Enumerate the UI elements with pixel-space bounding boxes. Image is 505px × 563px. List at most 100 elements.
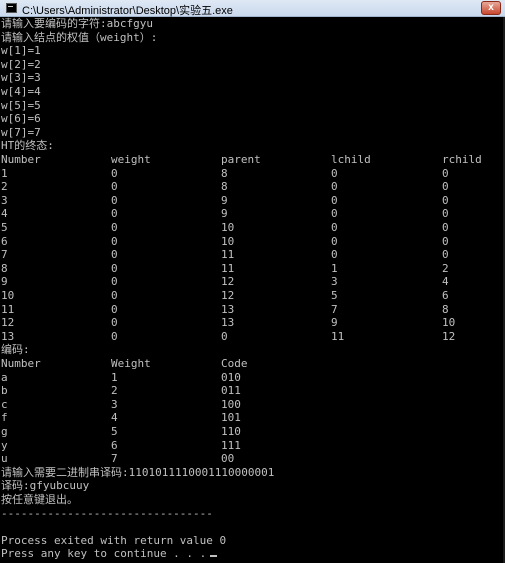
ht-table-row-cell: 0 [111,207,118,221]
code-table-row-cell: 5 [111,425,118,438]
code-table-row: c 3 100 [1,398,501,412]
ht-table-row-cell: 10 [221,234,235,248]
console-window: C:\Users\Administrator\Desktop\实验五.exe x… [0,0,505,563]
ht-table-row-cell: 0 [111,275,118,289]
code-header-row-cell: Code [221,357,248,370]
code-table-row-cell: 100 [221,397,241,411]
ht-table-row-cell: 0 [111,316,118,330]
ht-table-row-cell: 0 [111,261,118,275]
ht-table-row-cell: 0 [111,180,118,194]
ht-table-row-cell: 0 [331,248,338,262]
ht-table-row: 4 0 9 0 0 [1,207,501,221]
ht-table-row-cell: 0 [442,166,449,180]
ht-table-row: 7 0 11 0 0 [1,248,501,262]
separator-line: -------------------------------- [1,506,213,520]
code-table-row: a 1 010 [1,371,501,385]
ht-table-row-cell: 0 [111,302,118,316]
ht-table-row-cell: 2 [1,180,8,194]
ht-table-row-cell: 8 [221,166,228,180]
ht-table-row: 13 0 0 11 12 [1,330,501,344]
ht-table-row: 2 0 8 0 0 [1,180,501,194]
weight-line: w[2]=2 [1,57,41,71]
ht-table-row-cell: 0 [111,248,118,262]
code-table-row: u 7 00 [1,452,501,466]
ht-table-row-cell: 10 [442,316,456,330]
ht-table-row-cell: 0 [111,221,118,234]
ht-table-row-cell: 11 [331,329,345,343]
ht-table-row-cell: 0 [442,193,449,207]
console-output[interactable]: 请输入要编码的字符:abcfgyu 请输入结点的权值（weight）: w[1]=1… [0,17,505,563]
code-table-row-cell: b [1,384,8,398]
ht-table-row-cell: 0 [331,193,338,207]
code-table-row-cell: 2 [111,384,118,398]
ht-table-row-cell: 4 [442,275,449,289]
code-table-row: f 4 101 [1,411,501,425]
ht-table-row-cell: 1 [1,166,8,180]
close-button[interactable]: x [481,1,501,15]
ht-table-row-cell: 3 [331,275,338,289]
weight-line: w[7]=7 [1,125,41,139]
ht-table-row-cell: 5 [331,289,338,302]
code-table-row-cell: 111 [221,438,241,452]
ht-table-row: 1 0 8 0 0 [1,167,501,181]
code-table-row: b 2 011 [1,384,501,398]
code-table-row-cell: 110 [221,425,241,438]
ht-header-row-cell: parent [221,153,261,166]
ht-table-row-cell: 8 [221,180,228,194]
code-table-row-cell: 00 [221,452,235,466]
weight-line: w[4]=4 [1,85,41,98]
ht-table-row-cell: 0 [442,221,449,234]
weight-line: w[3]=3 [1,71,41,85]
console-app-icon [6,3,17,13]
ht-table-row-cell: 6 [442,289,449,302]
ht-table-row-cell: 0 [442,207,449,221]
ht-table-row-cell: 12 [221,275,235,289]
ht-table-row: 6 0 10 0 0 [1,235,501,249]
press-key-line: Press any key to continue . . . [1,547,218,561]
ht-table-row-cell: 2 [442,261,449,275]
ht-table-row-cell: 0 [331,166,338,180]
ht-table-row-cell: 8 [1,261,8,275]
code-header-row-cell: Weight [111,357,151,370]
ht-table-row-cell: 10 [1,289,15,302]
ht-table-row-cell: 0 [111,234,118,248]
text-cursor [210,555,218,558]
ht-title: HT的终态: [1,139,54,153]
code-table-row-cell: f [1,411,8,425]
ht-table-row-cell: 9 [1,275,8,289]
ht-table-row-cell: 6 [1,234,8,248]
ht-table-row-cell: 0 [331,180,338,194]
ht-table-row-cell: 0 [111,329,118,343]
code-table-row-cell: 1 [111,370,118,384]
ht-table-row-cell: 11 [1,302,15,316]
ht-table-row-cell: 11 [221,248,235,262]
prompt-weights-line: 请输入结点的权值（weight）: [1,30,158,44]
ht-table-row-cell: 9 [331,316,338,330]
process-exit-line: Process exited with return value 0 [1,533,227,547]
decode-result-line: 译码:gfyubcuuy [1,479,90,493]
ht-table-row-cell: 0 [331,221,338,234]
code-table-row: g 5 110 [1,425,501,439]
ht-table-row-cell: 11 [221,261,235,275]
ht-table-row-cell: 8 [442,302,449,316]
title-bar[interactable]: C:\Users\Administrator\Desktop\实验五.exe x [0,0,505,17]
ht-table-row-cell: 4 [1,207,8,221]
code-table-row-cell: c [1,397,8,411]
ht-table-row-cell: 9 [221,193,228,207]
code-table-row-cell: 011 [221,384,241,398]
ht-table-row: 5 0 10 0 0 [1,221,501,235]
ht-table-row-cell: 0 [111,166,118,180]
ht-table-row-cell: 7 [1,248,8,262]
code-title: 编码: [1,343,30,357]
code-table-row-cell: 010 [221,370,241,384]
ht-table-row-cell: 9 [221,207,228,221]
ht-table-row-cell: 3 [1,193,8,207]
ht-header-row-cell: lchild [331,153,371,166]
ht-table-row: 9 0 12 3 4 [1,275,501,289]
ht-table-row: 10 0 12 5 6 [1,289,501,303]
ht-table-row-cell: 10 [221,221,235,234]
ht-table-row-cell: 0 [111,289,118,302]
ht-table-row-cell: 12 [442,329,456,343]
ht-table-row-cell: 0 [111,193,118,207]
ht-header-row-cell: Number [1,153,41,166]
